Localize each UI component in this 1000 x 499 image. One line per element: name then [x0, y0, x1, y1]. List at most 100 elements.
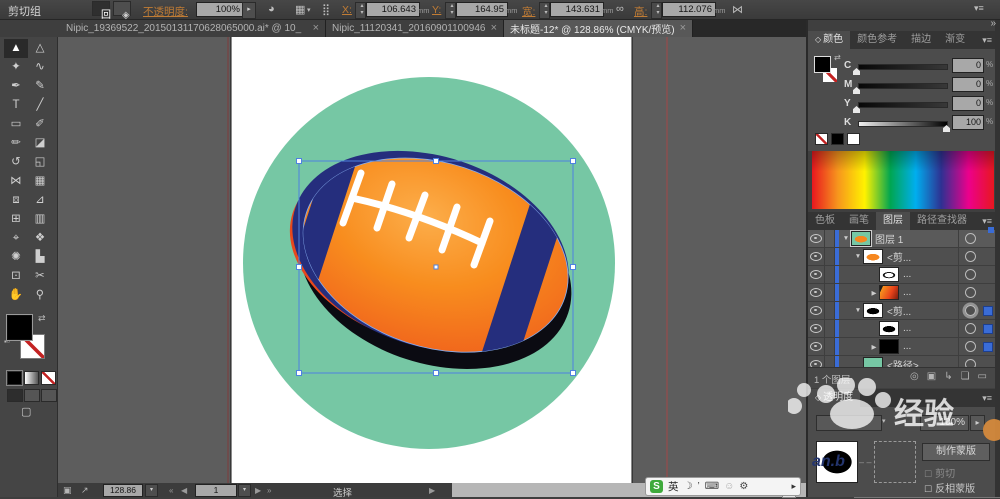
layer-row[interactable]: ... — [808, 320, 995, 338]
object-thumbnail[interactable] — [816, 441, 858, 483]
opacity-dropdown-button[interactable]: ▸ — [242, 2, 256, 19]
height-field[interactable]: 112.076 — [662, 2, 716, 17]
paintbrush-tool[interactable]: ✐ — [28, 115, 52, 134]
visibility-cell[interactable] — [808, 266, 825, 283]
opacity-value[interactable]: 100% — [196, 2, 244, 17]
sogou-logo-icon[interactable]: S — [650, 480, 663, 493]
free-transform-tool[interactable]: ▦ — [28, 172, 52, 191]
layer-thumbnail[interactable] — [863, 303, 883, 318]
visibility-cell[interactable] — [808, 302, 825, 319]
direct-selection-tool[interactable]: △ — [28, 39, 52, 58]
wrench-icon[interactable]: ⚙ — [739, 481, 748, 492]
layer-row[interactable]: ▶ ... — [808, 338, 995, 356]
none-swatch[interactable] — [815, 133, 828, 145]
panel-swap-icon[interactable]: ⇄ — [834, 53, 841, 62]
clip-checkbox[interactable]: ☐剪切 — [924, 465, 955, 480]
layer-row[interactable]: ▶ ... — [808, 284, 995, 302]
eyedropper-tool[interactable]: ⌖ — [4, 229, 28, 248]
panel-tab[interactable]: ◇描边 — [904, 31, 938, 49]
user-icon[interactable]: ☺ — [724, 481, 734, 492]
visibility-cell[interactable] — [808, 320, 825, 337]
new-layer-icon[interactable]: ❏ — [961, 371, 970, 382]
height-spinner[interactable]: ▴▾ — [651, 2, 662, 19]
draw-behind-button[interactable] — [24, 389, 40, 402]
align-caret-icon[interactable]: ▾ — [307, 6, 311, 14]
draw-inside-button[interactable] — [41, 389, 57, 402]
panel-tab[interactable]: 路径查找器 — [910, 212, 974, 230]
black-swatch[interactable] — [831, 133, 844, 145]
selection-cell[interactable] — [981, 324, 995, 334]
hand-tool[interactable]: ✋ — [4, 286, 28, 305]
layer-label[interactable]: ... — [903, 341, 958, 352]
selection-tool[interactable]: ▲ — [4, 39, 28, 58]
quote-icon[interactable]: ’ — [697, 481, 699, 492]
next-artboard-icon[interactable]: ▶ — [255, 486, 261, 495]
selection-cell[interactable] — [981, 234, 995, 244]
y-spinner[interactable]: ▴▾ — [445, 2, 456, 19]
slice-tool[interactable]: ✂ — [28, 267, 52, 286]
line-segment-tool[interactable]: ╱ — [28, 96, 52, 115]
canvas-area[interactable] — [57, 37, 806, 483]
new-sublayer-icon[interactable]: ↳ — [944, 371, 952, 382]
screen-mode-icon[interactable]: ▢ — [21, 405, 31, 418]
panel-tab[interactable]: ◇颜色 — [808, 31, 850, 49]
invert-mask-checkbox[interactable]: ☐反相蒙版 — [924, 480, 975, 495]
selection-cell[interactable] — [981, 270, 995, 280]
layer-label[interactable]: 图层 1 — [875, 231, 958, 246]
selection-cell[interactable] — [981, 288, 995, 298]
lock-cell[interactable] — [825, 248, 835, 265]
transparency-opacity-field[interactable]: 100% — [920, 415, 969, 431]
make-clip-mask-icon[interactable]: ▣ — [927, 371, 936, 382]
gradient-tool[interactable]: ▥ — [28, 210, 52, 229]
slider-track[interactable] — [858, 121, 948, 127]
x-label[interactable]: X: — [342, 4, 352, 16]
panel-tab[interactable]: ◇渐变 — [938, 31, 972, 49]
visibility-cell[interactable] — [808, 284, 825, 301]
blend-mode-dropdown[interactable] — [816, 415, 882, 431]
rectangle-tool[interactable]: ▭ — [4, 115, 28, 134]
shape-builder-tool[interactable]: ⧈ — [4, 191, 28, 210]
prev-artboard-icon[interactable]: ◀ — [181, 486, 187, 495]
tab-transparency[interactable]: ◇透明度 — [808, 389, 860, 407]
slider-track[interactable] — [858, 102, 948, 108]
mask-thumbnail[interactable] — [874, 441, 916, 483]
visibility-cell[interactable] — [808, 248, 825, 265]
layer-row[interactable]: ▼ <剪... — [808, 248, 995, 266]
y-field[interactable]: 164.95 — [456, 2, 508, 17]
x-spinner[interactable]: ▴▾ — [355, 2, 366, 19]
target-cell[interactable] — [959, 341, 981, 352]
color-spectrum[interactable] — [812, 151, 994, 209]
expand-arrow-icon[interactable]: ▶ — [869, 343, 879, 351]
layers-panel-menu-icon[interactable]: ▾≡ — [982, 216, 992, 227]
lock-cell[interactable] — [825, 338, 835, 355]
mesh-tool[interactable]: ⊞ — [4, 210, 28, 229]
channel-value-field[interactable]: 0 — [952, 58, 984, 73]
close-icon[interactable]: × — [491, 22, 497, 34]
column-graph-tool[interactable]: ▙ — [28, 248, 52, 267]
channel-value-field[interactable]: 0 — [952, 77, 984, 92]
width-label[interactable]: 宽: — [522, 4, 535, 19]
lock-cell[interactable] — [825, 302, 835, 319]
target-cell[interactable] — [959, 323, 981, 334]
draw-normal-button[interactable] — [7, 389, 23, 402]
panel-tab[interactable]: 色板 — [808, 212, 842, 230]
color-panel-menu-icon[interactable]: ▾≡ — [982, 35, 992, 46]
fill-color-swatch[interactable] — [7, 315, 32, 340]
lock-cell[interactable] — [825, 320, 835, 337]
rotate-tool[interactable]: ↺ — [4, 153, 28, 172]
lock-cell[interactable] — [825, 284, 835, 301]
symbol-sprayer-tool[interactable]: ✺ — [4, 248, 28, 267]
panel-tab[interactable]: 图层 — [876, 212, 910, 230]
align-icon[interactable]: ▦ — [295, 3, 305, 16]
expand-arrow-icon[interactable]: ▶ — [869, 289, 879, 297]
keyboard-icon[interactable]: ⌨ — [705, 481, 719, 492]
swap-fill-stroke-icon[interactable]: ⇄ — [38, 313, 46, 324]
layer-thumbnail[interactable] — [879, 339, 899, 354]
transform-icon[interactable]: ⋈ — [732, 3, 743, 16]
height-label[interactable]: 高: — [634, 4, 647, 19]
transparency-panel-menu-icon[interactable]: ▾≡ — [982, 393, 992, 404]
lock-cell[interactable] — [825, 266, 835, 283]
white-swatch[interactable] — [847, 133, 860, 145]
y-label[interactable]: Y: — [432, 4, 441, 16]
last-artboard-icon[interactable]: » — [267, 486, 271, 495]
